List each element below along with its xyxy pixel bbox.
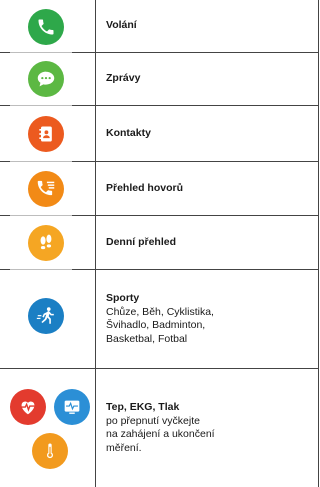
phone-icon — [28, 9, 64, 45]
icon-cell — [0, 53, 95, 105]
table-row-call-log: Přehled hovorů — [0, 162, 318, 216]
row-title: Tep, EKG, Tlak — [106, 401, 180, 413]
row-title: Přehled hovorů — [106, 181, 184, 194]
thermometer-icon — [32, 433, 68, 469]
row-description-line: na zahájení a ukončení — [106, 428, 215, 440]
ecg-monitor-icon — [54, 389, 90, 425]
row-description-line: Basketbal, Fotbal — [106, 332, 188, 345]
row-description-line: Švihadlo, Badminton, — [106, 319, 206, 331]
icon-cell — [0, 162, 95, 215]
table-row-contacts: Kontakty — [0, 106, 318, 162]
call-log-icon — [28, 171, 64, 207]
table-row-messages: Zprávy — [0, 53, 318, 106]
icon-cell — [0, 106, 95, 161]
running-person-icon — [28, 298, 64, 334]
icon-cell — [0, 0, 95, 52]
chat-bubble-icon — [28, 61, 64, 97]
icon-cell — [0, 216, 95, 269]
heart-rate-icon — [10, 389, 46, 425]
row-description-line: měření. — [106, 441, 142, 454]
row-title: Sporty — [106, 292, 140, 304]
table-row-health: Tep, EKG, Tlak po přepnutí vyčkejte na z… — [0, 369, 318, 487]
footprints-icon — [28, 225, 64, 261]
row-title: Volání — [106, 19, 137, 32]
icon-cell — [0, 369, 95, 487]
row-title: Denní přehled — [106, 235, 177, 248]
row-description-line: po přepnutí vyčkejte — [106, 414, 200, 427]
table-row-calls: Volání — [0, 0, 318, 53]
row-title: Zprávy — [106, 72, 141, 85]
icon-cell — [0, 270, 95, 368]
table-row-daily-overview: Denní přehled — [0, 216, 318, 270]
row-title: Kontakty — [106, 126, 151, 139]
table-row-sports: Sporty Chůze, Běh, Cyklistika, Švihadlo,… — [0, 270, 318, 369]
features-table: Volání Zprávy Kontakty Přehled hovorů De… — [0, 0, 319, 487]
row-description-line: Chůze, Běh, Cyklistika, — [106, 305, 214, 318]
contacts-book-icon — [28, 116, 64, 152]
